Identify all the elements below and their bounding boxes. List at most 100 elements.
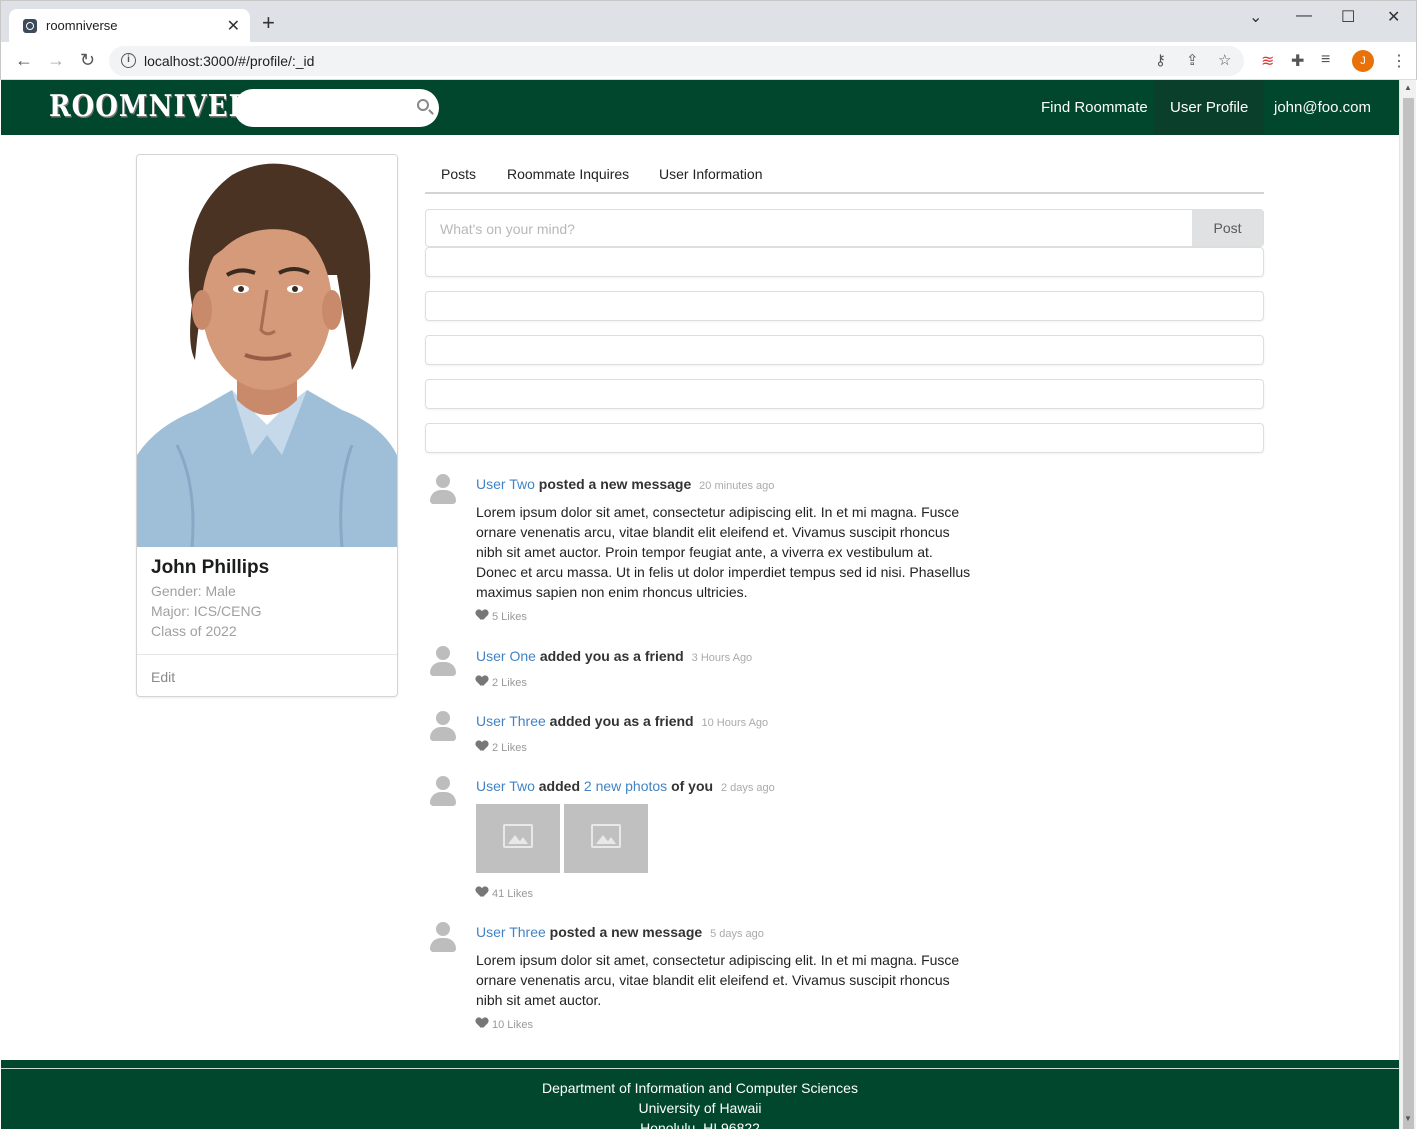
nav-user-menu[interactable]: john@foo.com: [1258, 80, 1399, 168]
nav-user-profile[interactable]: User Profile: [1154, 80, 1265, 135]
feed-summary: User One added you as a friend 3 Hours A…: [476, 648, 752, 664]
scrollbar-thumb[interactable]: [1403, 98, 1414, 1129]
like-count: 2 Likes: [492, 677, 527, 689]
like-button[interactable]: 41 Likes: [476, 887, 533, 900]
like-count: 5 Likes: [492, 611, 527, 623]
empty-post-card: [425, 247, 1264, 277]
tab-user-information[interactable]: User Information: [659, 166, 762, 182]
post-input[interactable]: What's on your mind?: [440, 221, 575, 237]
heart-icon: [476, 610, 488, 621]
browser-tab[interactable]: roomniverse ✕: [9, 9, 250, 43]
feed-user-link[interactable]: User One: [476, 648, 536, 664]
browser-toolbar: ← → ↻ i localhost:3000/#/profile/:_id ⚷ …: [0, 42, 1417, 80]
heart-icon: [476, 741, 488, 752]
user-avatar-icon: [429, 922, 457, 954]
footer-address: Honolulu, HI 96822: [640, 1120, 760, 1129]
new-tab-icon[interactable]: +: [262, 12, 275, 34]
edit-profile-link[interactable]: Edit: [151, 669, 175, 685]
feed-date: 2 days ago: [720, 782, 775, 794]
scroll-up-arrow-icon[interactable]: ▲: [1404, 83, 1412, 92]
page-scrollbar[interactable]: ▲ ▼: [1399, 80, 1416, 1129]
like-button[interactable]: 10 Likes: [476, 1018, 533, 1031]
heart-icon: [476, 887, 488, 898]
feed-user-link[interactable]: User Three: [476, 713, 546, 729]
feed-message-text: Lorem ipsum dolor sit amet, consectetur …: [476, 952, 960, 1008]
empty-post-card: [425, 423, 1264, 453]
scroll-down-arrow-icon[interactable]: ▼: [1404, 1114, 1412, 1123]
user-avatar-icon: [429, 711, 457, 743]
feed-user-link[interactable]: User Three: [476, 924, 546, 940]
feed-date: 20 minutes ago: [699, 480, 775, 492]
menu-kebab-icon[interactable]: ⋮: [1391, 51, 1407, 71]
like-count: 10 Likes: [492, 1019, 533, 1031]
site-footer: Department of Information and Computer S…: [1, 1060, 1399, 1129]
address-bar[interactable]: i localhost:3000/#/profile/:_id ⚷ ⇪ ☆: [109, 46, 1244, 76]
minimize-icon[interactable]: —: [1296, 7, 1312, 25]
photo-thumbnail[interactable]: [564, 804, 648, 873]
feed-photos: [476, 804, 656, 873]
puzzle-icon[interactable]: ✚: [1291, 51, 1304, 71]
profile-gender: Gender: Male: [151, 583, 236, 599]
user-avatar-icon: [429, 776, 457, 808]
feed-action: posted a new message: [549, 924, 703, 940]
footer-divider: [1, 1068, 1399, 1069]
like-button[interactable]: 5 Likes: [476, 610, 527, 623]
search-input[interactable]: [234, 89, 439, 127]
feed-summary: User Two posted a new message 20 minutes…: [476, 476, 774, 492]
like-button[interactable]: 2 Likes: [476, 676, 527, 689]
maximize-icon[interactable]: ☐: [1341, 7, 1355, 27]
user-avatar-icon: [429, 646, 457, 678]
feed-date: 5 days ago: [710, 928, 764, 940]
profile-card: John Phillips Gender: Male Major: ICS/CE…: [136, 154, 398, 697]
reload-icon[interactable]: ↻: [80, 50, 95, 70]
feed-summary: User Three posted a new message 5 days a…: [476, 924, 764, 940]
feed-event: User Three posted a new message 5 days a…: [425, 920, 1025, 1040]
bookmark-star-icon[interactable]: ☆: [1218, 51, 1231, 69]
feed-action: added you as a friend: [539, 648, 684, 664]
forward-icon[interactable]: →: [47, 50, 65, 70]
feed-user-link[interactable]: User Two: [476, 778, 535, 794]
nav-find-roommate[interactable]: Find Roommate: [1025, 80, 1164, 135]
feed-photos-link[interactable]: 2 new photos: [584, 778, 667, 794]
post-button[interactable]: Post: [1192, 210, 1263, 246]
feed-user-link[interactable]: User Two: [476, 476, 535, 492]
feed-action: posted a new message: [538, 476, 692, 492]
tab-roommate-inquires[interactable]: Roommate Inquires: [507, 166, 629, 182]
profile-tabs: Posts Roommate Inquires User Information: [425, 162, 1264, 194]
footer-university: University of Hawaii: [638, 1100, 762, 1116]
user-icon: [1275, 154, 1289, 168]
like-count: 2 Likes: [492, 742, 527, 754]
photo-thumbnail[interactable]: [476, 804, 560, 873]
post-input-group: What's on your mind? Post: [425, 209, 1264, 247]
browser-tabstrip: roomniverse ✕ + ⌄ — ☐ ✕: [0, 0, 1417, 43]
close-window-icon[interactable]: ✕: [1387, 7, 1400, 27]
feed-event: User Two added 2 new photos of you 2 day…: [425, 774, 1025, 909]
feed-action: of you: [671, 778, 714, 794]
tab-search-icon[interactable]: ⌄: [1249, 7, 1262, 27]
browser-tab-title: roomniverse: [46, 18, 118, 33]
back-icon[interactable]: ←: [15, 50, 33, 70]
feed-action: added: [538, 778, 580, 794]
site-info-icon[interactable]: i: [121, 53, 136, 68]
like-button[interactable]: 2 Likes: [476, 741, 527, 754]
heart-icon: [476, 676, 488, 687]
browser-profile-avatar[interactable]: J: [1352, 50, 1374, 72]
profile-class: Class of 2022: [151, 623, 237, 639]
site-favicon-icon: [23, 19, 37, 33]
feed-action: added you as a friend: [549, 713, 694, 729]
key-icon[interactable]: ⚷: [1155, 51, 1166, 69]
user-avatar-icon: [429, 474, 457, 506]
extension-icon[interactable]: ≋: [1261, 51, 1274, 71]
address-url[interactable]: localhost:3000/#/profile/:_id: [144, 53, 314, 69]
feed-message-text: Lorem ipsum dolor sit amet, consectetur …: [476, 504, 971, 600]
share-icon[interactable]: ⇪: [1186, 51, 1199, 69]
profile-name: John Phillips: [151, 557, 270, 578]
profile-photo: [137, 155, 397, 547]
image-icon: [591, 824, 621, 848]
close-tab-icon[interactable]: ✕: [227, 16, 240, 36]
reading-list-icon[interactable]: ≡: [1321, 51, 1330, 69]
feed-date: 3 Hours Ago: [691, 652, 753, 664]
profile-major: Major: ICS/CENG: [151, 603, 262, 619]
heart-icon: [476, 1018, 488, 1029]
tab-posts[interactable]: Posts: [441, 166, 476, 182]
